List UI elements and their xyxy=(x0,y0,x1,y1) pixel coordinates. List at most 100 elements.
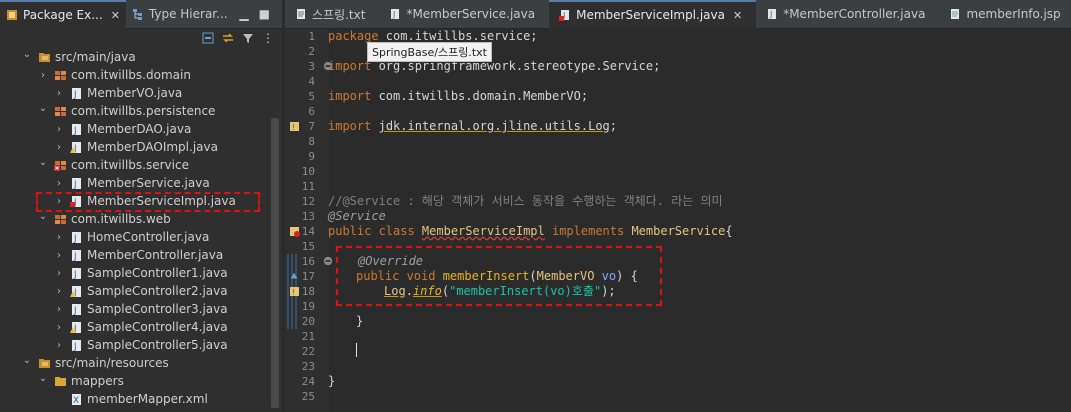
close-icon[interactable]: ✕ xyxy=(111,9,120,22)
chevron-down-icon[interactable]: ⌄ xyxy=(38,373,48,384)
editor-tab[interactable]: J *MemberController.java xyxy=(756,0,939,29)
java-file-icon: J xyxy=(70,303,83,316)
xml-file-icon: X xyxy=(70,393,83,406)
tree-scrollbar[interactable] xyxy=(269,48,280,412)
line-number: 8 xyxy=(308,135,315,148)
line-number: 14 xyxy=(301,225,315,238)
svg-text:J: J xyxy=(769,10,772,19)
tab-package-explorer[interactable]: Package Ex... ✕ xyxy=(0,0,126,29)
tree-item[interactable]: XmemberMapper.xml xyxy=(54,390,208,408)
view-controls: ▁ ■ xyxy=(239,7,282,21)
filter-icon[interactable] xyxy=(242,32,254,44)
tree-item[interactable]: › J MemberVO.java xyxy=(54,84,182,102)
tree-item[interactable]: › J SampleController4.java xyxy=(54,318,228,336)
tree-item[interactable]: ⌄ mappers xyxy=(38,372,124,390)
chevron-right-icon[interactable]: › xyxy=(54,124,64,135)
editor-tab[interactable]: J MemberServiceImpl.java ✕ xyxy=(549,0,757,29)
code-area[interactable]: package com.itwillbs.service; import org… xyxy=(328,29,1071,412)
svg-text:J: J xyxy=(73,126,77,136)
chevron-right-icon[interactable]: › xyxy=(54,178,64,189)
tree-item[interactable]: › J MemberDAO.java xyxy=(54,120,191,138)
chevron-down-icon[interactable]: ⌄ xyxy=(38,157,48,168)
package-icon xyxy=(54,213,67,226)
tree-item-label: MemberVO.java xyxy=(87,86,183,100)
tree-item[interactable]: ⌄ src/main/java xyxy=(22,48,136,66)
svg-text:J: J xyxy=(73,180,77,190)
tree-item[interactable]: ⌄ com.itwillbs.service xyxy=(38,156,189,174)
svg-text:J: J xyxy=(73,252,77,262)
editor-tab[interactable]: 스프링.txt xyxy=(285,0,379,29)
line-number-gutter: 1 2 3 4 5 6 7 8 9 10 11 12 13 14 15 16 17 18 19 20 21 22 23 24 2… xyxy=(285,29,333,412)
tree-item[interactable]: › com.itwillbs.domain xyxy=(38,66,191,84)
svg-text:J: J xyxy=(392,10,395,19)
tree-item[interactable]: › J HomeController.java xyxy=(54,228,209,246)
chevron-right-icon[interactable]: › xyxy=(54,142,64,153)
editor-tab[interactable]: memberInfo.jsp xyxy=(939,0,1071,29)
tree-item[interactable]: › J SampleController1.java xyxy=(54,264,228,282)
code-editor: 스프링.txt J *MemberService.java J MemberServic… xyxy=(285,0,1071,412)
package-error-icon xyxy=(54,159,67,172)
tab-label: Type Hierar... xyxy=(148,7,228,21)
line-number: 16 xyxy=(301,255,315,268)
tree-item-label: com.itwillbs.persistence xyxy=(71,104,216,118)
override-icon[interactable] xyxy=(289,270,301,282)
chevron-down-icon[interactable]: ⌄ xyxy=(22,355,32,366)
svg-text:J: J xyxy=(73,90,77,100)
chevron-right-icon[interactable]: › xyxy=(54,250,64,261)
tree-item[interactable]: › J SampleController3.java xyxy=(54,300,228,318)
warning-icon[interactable]: ! xyxy=(289,120,301,132)
chevron-right-icon[interactable]: › xyxy=(54,304,64,315)
tree-item[interactable]: ⌄ com.itwillbs.persistence xyxy=(38,102,216,120)
close-icon[interactable]: ✕ xyxy=(733,9,742,22)
jsp-file-icon xyxy=(949,8,961,20)
warning-icon[interactable]: ! xyxy=(289,285,301,297)
package-folder-icon xyxy=(38,51,51,64)
chevron-right-icon[interactable]: › xyxy=(54,340,64,351)
code-line-5: import com.itwillbs.domain.MemberVO; xyxy=(328,89,589,103)
java-file-icon: J xyxy=(70,339,83,352)
tree-item-label: com.itwillbs.web xyxy=(71,212,171,226)
line-number: 20 xyxy=(301,315,315,328)
line-number: 12 xyxy=(301,195,315,208)
svg-text:J: J xyxy=(73,306,77,316)
chevron-right-icon[interactable]: › xyxy=(54,268,64,279)
editor-tab-label: memberInfo.jsp xyxy=(966,7,1061,21)
view-menu-icon[interactable]: ⋮ xyxy=(262,31,274,45)
maximize-icon[interactable]: ■ xyxy=(259,7,270,21)
tree-item[interactable]: › J MemberController.java xyxy=(54,246,223,264)
line-number: 7 xyxy=(308,120,315,133)
line-number: 18 xyxy=(301,285,315,298)
chevron-right-icon[interactable]: › xyxy=(54,232,64,243)
tree-item[interactable]: ⌄ com.itwillbs.web xyxy=(38,210,171,228)
tree-item-label: SampleController1.java xyxy=(87,266,228,280)
txt-file-icon xyxy=(295,8,307,20)
svg-text:!: ! xyxy=(292,123,295,132)
code-line-13: @Service xyxy=(328,209,386,223)
tree-item[interactable]: › J SampleController2.java xyxy=(54,282,228,300)
tree-item[interactable]: › J SampleController5.java xyxy=(54,336,228,354)
line-number: 2 xyxy=(308,45,315,58)
link-with-editor-icon[interactable] xyxy=(222,32,234,44)
tree-item-label: src/main/resources xyxy=(55,356,169,370)
editor-tab[interactable]: J *MemberService.java xyxy=(379,0,549,29)
chevron-right-icon[interactable]: › xyxy=(54,286,64,297)
collapse-all-icon[interactable] xyxy=(202,32,214,44)
tab-type-hierarchy[interactable]: Type Hierar... xyxy=(126,0,234,29)
tree-item[interactable]: › J MemberDAOImpl.java xyxy=(54,138,218,156)
chevron-down-icon[interactable]: ⌄ xyxy=(38,103,48,114)
chevron-down-icon[interactable]: ⌄ xyxy=(38,211,48,222)
chevron-right-icon[interactable]: › xyxy=(38,70,48,81)
error-icon[interactable] xyxy=(289,225,301,237)
line-number: 10 xyxy=(301,165,315,178)
chevron-right-icon[interactable]: › xyxy=(54,322,64,333)
scrollbar-thumb[interactable] xyxy=(271,118,279,408)
java-file-icon: J xyxy=(70,177,83,190)
editor-tab-label: *MemberController.java xyxy=(783,7,926,21)
java-file-warning-icon: J xyxy=(70,141,83,154)
tree-item[interactable]: › J MemberService.java xyxy=(54,174,210,192)
chevron-right-icon[interactable]: › xyxy=(54,88,64,99)
tree-item[interactable]: ⌄ src/main/resources xyxy=(22,354,169,372)
minimize-icon[interactable]: ▁ xyxy=(239,7,248,21)
line-number: 1 xyxy=(308,30,315,43)
chevron-down-icon[interactable]: ⌄ xyxy=(22,49,32,60)
